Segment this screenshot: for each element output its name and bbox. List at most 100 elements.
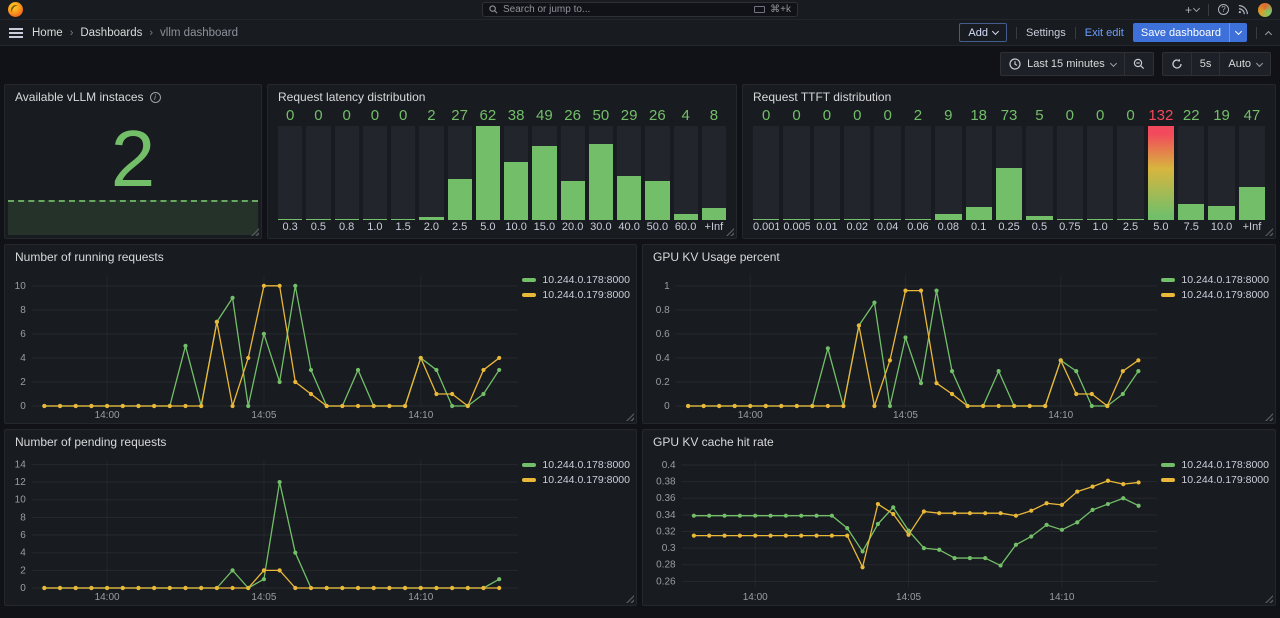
user-avatar[interactable]: [1258, 3, 1272, 17]
svg-text:14:05: 14:05: [896, 592, 921, 603]
bar-fill: [335, 219, 359, 221]
panel-title[interactable]: Number of pending requests: [15, 435, 166, 449]
svg-text:6: 6: [20, 329, 26, 340]
bar-label: 0.5: [1026, 220, 1052, 235]
chevron-down-icon: [992, 28, 999, 35]
panel-title[interactable]: Request TTFT distribution: [753, 90, 891, 104]
search-input[interactable]: Search or jump to... ⌘+k: [482, 2, 798, 17]
bar-label: 10.0: [1208, 220, 1234, 235]
legend-series-label: 10.244.0.179:8000: [542, 474, 630, 486]
refresh-button[interactable]: [1163, 53, 1191, 75]
zoom-out-button[interactable]: [1125, 53, 1153, 75]
svg-text:14: 14: [15, 459, 27, 470]
time-series-plot: 14:0014:0514:100.260.280.30.320.340.360.…: [649, 451, 1161, 603]
panel-title[interactable]: Request latency distribution: [278, 90, 425, 104]
top-nav: Search or jump to... ⌘+k + ?: [0, 0, 1280, 20]
bar-value: 0: [1057, 106, 1083, 126]
legend-series-color: [522, 293, 536, 297]
bar-cell: 1325.0: [1148, 106, 1174, 235]
bar-fill: [448, 179, 472, 220]
panel-title[interactable]: GPU KV Usage percent: [653, 250, 780, 264]
bar-track: [1057, 126, 1083, 220]
svg-text:14:10: 14:10: [408, 410, 433, 421]
bar-label: 0.01: [814, 220, 840, 235]
bar-value: 26: [561, 106, 585, 126]
svg-text:6: 6: [20, 530, 26, 541]
bar-track: [996, 126, 1022, 220]
legend-item[interactable]: 10.244.0.179:8000: [1161, 289, 1269, 301]
legend-item[interactable]: 10.244.0.178:8000: [1161, 459, 1269, 471]
legend-item[interactable]: 10.244.0.178:8000: [522, 274, 630, 286]
add-button[interactable]: Add: [959, 23, 1007, 42]
clock-icon: [1009, 58, 1021, 70]
legend-item[interactable]: 10.244.0.178:8000: [1161, 274, 1269, 286]
bar-fill: [1239, 187, 1265, 220]
legend-series-color: [522, 463, 536, 467]
legend-series-color: [522, 278, 536, 282]
bar-track: [306, 126, 330, 220]
save-dashboard-dropdown[interactable]: [1229, 23, 1247, 42]
bar-value: 19: [1208, 106, 1234, 126]
bar-cell: 00.8: [335, 106, 359, 235]
info-icon[interactable]: i: [150, 92, 161, 103]
bar-fill: [1208, 206, 1234, 220]
save-dashboard-button[interactable]: Save dashboard: [1133, 23, 1247, 42]
bar-cell: 01.0: [363, 106, 387, 235]
help-icon[interactable]: ?: [1218, 4, 1229, 15]
bar-value: 9: [935, 106, 961, 126]
legend-item[interactable]: 10.244.0.179:8000: [522, 289, 630, 301]
bar-cell: 4915.0: [532, 106, 556, 235]
bar-value: 49: [532, 106, 556, 126]
bar-gauge: 00.00100.00500.0100.0200.0420.0690.08180…: [743, 106, 1275, 238]
bar-track: [1208, 126, 1234, 220]
time-range-picker[interactable]: Last 15 minutes: [1001, 53, 1124, 75]
bar-track: [674, 126, 698, 220]
legend-item[interactable]: 10.244.0.179:8000: [522, 474, 630, 486]
legend-item[interactable]: 10.244.0.178:8000: [522, 459, 630, 471]
svg-text:8: 8: [20, 305, 26, 316]
bar-track: [561, 126, 585, 220]
bar-fill: [783, 219, 809, 221]
time-series-plot: 14:0014:0514:1002468101214: [11, 451, 522, 603]
bar-fill: [645, 181, 669, 220]
exit-edit-button[interactable]: Exit edit: [1085, 27, 1124, 39]
refresh-interval-label[interactable]: 5s: [1192, 53, 1220, 75]
grafana-logo-icon[interactable]: [8, 2, 23, 17]
menu-hamburger-icon[interactable]: [9, 28, 23, 38]
bar-cell: 47+Inf: [1239, 106, 1265, 235]
breadcrumb-home[interactable]: Home: [32, 27, 63, 39]
add-menu-button[interactable]: +: [1185, 4, 1199, 16]
settings-button[interactable]: Settings: [1026, 27, 1066, 39]
panel-title[interactable]: Number of running requests: [15, 250, 164, 264]
bar-value: 132: [1148, 106, 1174, 126]
legend-item[interactable]: 10.244.0.179:8000: [1161, 474, 1269, 486]
bar-fill: [1057, 219, 1083, 221]
bar-value: 73: [996, 106, 1022, 126]
panel-title[interactable]: Available vLLM instaces: [15, 90, 144, 104]
auto-refresh-picker[interactable]: Auto: [1220, 53, 1270, 75]
bar-track: [1087, 126, 1113, 220]
collapse-toolbar-icon[interactable]: [1265, 30, 1272, 37]
bar-cell: 19 10.0: [1208, 106, 1234, 235]
bar-cell: 50.5: [1026, 106, 1052, 235]
bar-label: 1.5: [391, 220, 415, 235]
series-line: [688, 291, 1138, 406]
legend-series-color: [1161, 463, 1175, 467]
bar-label: 40.0: [617, 220, 641, 235]
chevron-down-icon: [1110, 59, 1117, 66]
bar-value: 0: [278, 106, 302, 126]
panel-running-requests: Number of running requests 14:0014:0514:…: [4, 244, 637, 424]
bar-cell: 00.02: [844, 106, 870, 235]
bar-fill: [363, 219, 387, 221]
news-rss-icon[interactable]: [1238, 4, 1249, 15]
bar-fill: [391, 219, 415, 221]
bar-cell: 2620.0: [561, 106, 585, 235]
breadcrumb-dashboards[interactable]: Dashboards: [80, 27, 142, 39]
bar-cell: 2650.0: [645, 106, 669, 235]
bar-fill: [1087, 219, 1113, 221]
panel-title[interactable]: GPU KV cache hit rate: [653, 435, 774, 449]
bar-track: [532, 126, 556, 220]
bar-track: [1148, 126, 1174, 220]
legend: 10.244.0.178:8000 10.244.0.179:8000: [1161, 266, 1269, 421]
svg-text:10: 10: [15, 495, 27, 506]
